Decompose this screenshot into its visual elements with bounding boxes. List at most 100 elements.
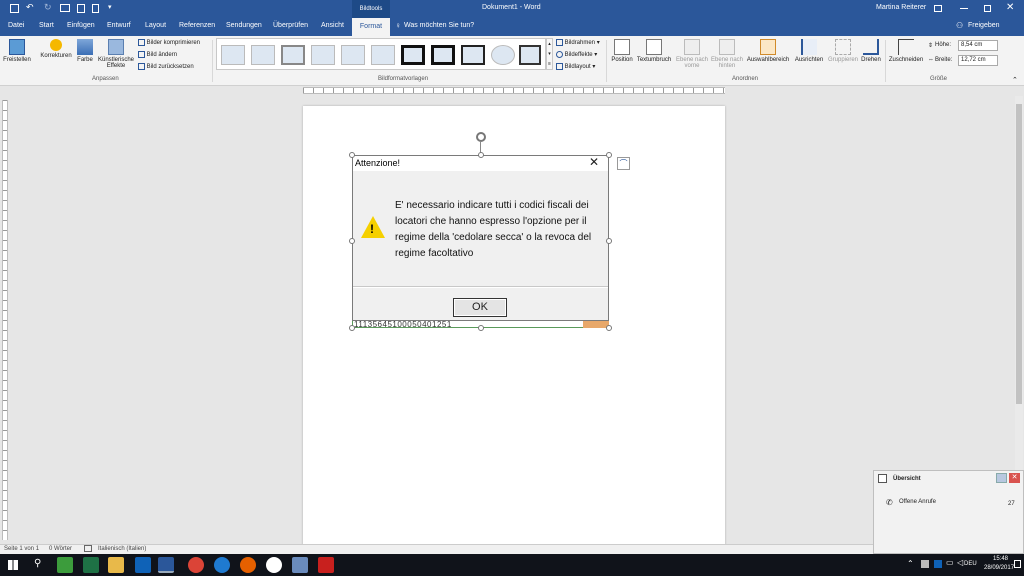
resize-handle-bl[interactable] — [349, 325, 355, 331]
excel-icon[interactable] — [83, 557, 99, 573]
picture-style-5[interactable] — [341, 45, 365, 65]
tab-start[interactable]: Start — [39, 22, 54, 29]
share-button[interactable]: Freigeben — [968, 22, 1000, 29]
tab-einfuegen[interactable]: Einfügen — [67, 22, 95, 29]
ribbon-display-icon[interactable] — [934, 5, 942, 12]
picture-style-3[interactable] — [281, 45, 305, 65]
tray-outlook-icon[interactable] — [934, 560, 942, 568]
tab-referenzen[interactable]: Referenzen — [179, 22, 215, 29]
clock-date[interactable]: 28/09/2017 — [984, 565, 1014, 571]
action-center-icon[interactable] — [1014, 560, 1021, 568]
language-status[interactable]: Italienisch (Italien) — [98, 546, 146, 552]
resize-handle-mr[interactable] — [606, 238, 612, 244]
gallery-scroll[interactable]: ▴ ▾ ≡ — [546, 38, 553, 70]
picture-style-2[interactable] — [251, 45, 275, 65]
picture-effects-button[interactable]: Bildeffekte ▾ — [556, 51, 597, 58]
resize-handle-tr[interactable] — [606, 152, 612, 158]
width-input[interactable]: 12,72 cm — [958, 55, 998, 66]
artistic-effects-button[interactable]: Künstlerische Effekte — [97, 39, 135, 69]
layout-options-icon[interactable]: ⌒ — [617, 157, 630, 170]
resize-handle-br[interactable] — [606, 325, 612, 331]
customize-qat-icon[interactable]: ▾ — [108, 3, 112, 11]
installer-icon[interactable] — [292, 557, 308, 573]
new-doc-icon[interactable] — [92, 4, 99, 13]
horizontal-ruler[interactable] — [303, 87, 725, 94]
resize-handle-bc[interactable] — [478, 325, 484, 331]
picture-style-1[interactable] — [221, 45, 245, 65]
preview-icon[interactable] — [77, 4, 85, 13]
picture-style-7[interactable] — [401, 45, 425, 65]
fruit-app-icon[interactable] — [57, 557, 73, 573]
tab-datei[interactable]: Datei — [8, 22, 24, 29]
restore-icon[interactable] — [984, 5, 991, 12]
save-icon[interactable] — [10, 4, 19, 13]
undo-icon[interactable]: ↶ — [26, 2, 34, 13]
tray-app-icon[interactable] — [921, 560, 929, 568]
clock-time[interactable]: 15:48 — [993, 556, 1008, 562]
print-icon[interactable] — [60, 4, 70, 12]
redo-icon[interactable]: ↻ — [44, 2, 52, 13]
tab-entwurf[interactable]: Entwurf — [107, 22, 131, 29]
tab-layout[interactable]: Layout — [145, 22, 166, 29]
picture-style-10[interactable] — [491, 45, 515, 65]
tab-format[interactable]: Format — [352, 18, 390, 36]
input-language[interactable]: DEU — [964, 561, 977, 567]
popup-minimize-icon[interactable] — [996, 473, 1007, 483]
resize-handle-tc[interactable] — [478, 152, 484, 158]
file-explorer-icon[interactable] — [108, 557, 124, 573]
crop-button[interactable]: Zuschneiden — [887, 39, 925, 63]
freistellen-button[interactable]: Freistellen — [2, 39, 32, 63]
picture-style-8[interactable] — [431, 45, 455, 65]
word-count[interactable]: 0 Wörter — [49, 546, 72, 552]
picture-style-11[interactable] — [519, 45, 541, 65]
position-button[interactable]: Position — [609, 39, 635, 63]
change-picture-button[interactable]: Bild ändern — [138, 51, 177, 58]
wrap-text-button[interactable]: Textumbruch — [636, 39, 672, 63]
picture-style-6[interactable] — [371, 45, 395, 65]
picture-layout-button[interactable]: Bildlayout ▾ — [556, 63, 595, 70]
tab-ueberpruefen[interactable]: Überprüfen — [273, 22, 308, 29]
chrome-icon[interactable] — [188, 557, 204, 573]
compress-pictures-button[interactable]: Bilder komprimieren — [138, 39, 200, 46]
firefox-icon[interactable] — [240, 557, 256, 573]
popup-close-icon[interactable]: ✕ — [1009, 473, 1020, 483]
volume-icon[interactable]: ◁ — [957, 558, 963, 567]
picture-border-button[interactable]: Bildrahmen ▾ — [556, 39, 600, 46]
dialog-close-icon[interactable]: ✕ — [589, 155, 599, 169]
korrekturen-button[interactable]: Korrekturen — [38, 39, 74, 59]
picture-styles-gallery[interactable] — [216, 38, 546, 70]
outlook-icon[interactable] — [135, 557, 151, 573]
selection-pane-button[interactable]: Auswahlbereich — [745, 39, 791, 63]
acrobat-icon[interactable] — [318, 557, 334, 573]
network-icon[interactable]: ▭ — [946, 558, 954, 567]
vertical-ruler[interactable] — [2, 100, 8, 540]
open-calls-label[interactable]: Offene Anrufe — [899, 499, 936, 505]
scroll-thumb[interactable] — [1016, 104, 1022, 404]
windows-start-icon[interactable] — [8, 560, 18, 570]
page-count[interactable]: Seite 1 von 1 — [4, 546, 39, 552]
search-icon[interactable]: ⚲ — [34, 558, 41, 569]
tab-ansicht[interactable]: Ansicht — [321, 22, 344, 29]
app-circle-icon[interactable] — [266, 557, 282, 573]
tab-sendungen[interactable]: Sendungen — [226, 22, 262, 29]
edge-icon[interactable] — [214, 557, 230, 573]
close-icon[interactable]: ✕ — [1006, 2, 1014, 13]
height-input[interactable]: 8,54 cm — [958, 40, 998, 51]
rotation-handle[interactable] — [476, 132, 486, 142]
align-button[interactable]: Ausrichten — [792, 39, 826, 63]
collapse-ribbon-icon[interactable]: ⌃ — [1012, 76, 1018, 84]
tray-chevron-icon[interactable]: ⌃ — [907, 559, 914, 568]
word-icon[interactable] — [158, 557, 174, 573]
tell-me-search[interactable]: Was möchten Sie tun? — [404, 22, 474, 29]
resize-handle-tl[interactable] — [349, 152, 355, 158]
rotate-button[interactable]: Drehen — [860, 39, 882, 63]
reset-picture-button[interactable]: Bild zurücksetzen — [138, 63, 194, 70]
proofing-icon[interactable] — [84, 545, 92, 552]
farbe-button[interactable]: Farbe — [76, 39, 94, 63]
picture-style-4[interactable] — [311, 45, 335, 65]
picture-style-9[interactable] — [461, 45, 485, 65]
ok-button[interactable]: OK — [453, 298, 507, 317]
resize-handle-ml[interactable] — [349, 238, 355, 244]
share-icon[interactable]: ⚇ — [956, 21, 963, 30]
user-name[interactable]: Martina Reiterer — [876, 4, 926, 11]
